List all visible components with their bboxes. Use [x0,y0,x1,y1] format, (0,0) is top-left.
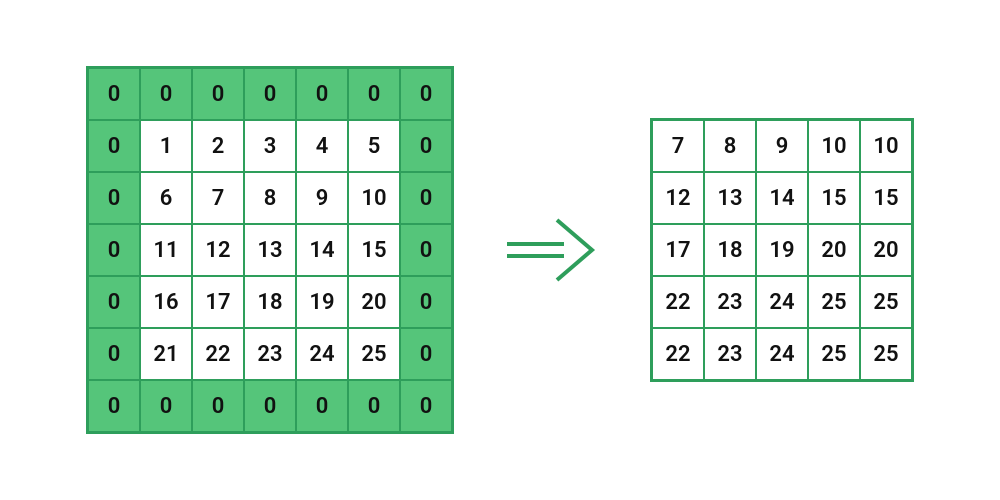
input-cell: 16 [140,276,192,328]
padding-cell: 0 [244,68,296,120]
input-cell: 21 [140,328,192,380]
output-cell: 19 [756,224,808,276]
output-cell: 8 [704,120,756,172]
input-cell: 22 [192,328,244,380]
output-cell: 20 [808,224,860,276]
input-cell: 11 [140,224,192,276]
input-cell: 23 [244,328,296,380]
input-cell: 15 [348,224,400,276]
output-cell: 25 [808,328,860,380]
output-cell: 7 [652,120,704,172]
input-cell: 24 [296,328,348,380]
padding-cell: 0 [192,68,244,120]
padding-cell: 0 [88,224,140,276]
output-cell: 12 [652,172,704,224]
padding-cell: 0 [348,68,400,120]
input-cell: 19 [296,276,348,328]
output-cell: 25 [860,276,912,328]
output-cell: 25 [860,328,912,380]
output-cell: 22 [652,276,704,328]
padding-cell: 0 [88,120,140,172]
output-cell: 22 [652,328,704,380]
output-cell: 10 [860,120,912,172]
input-cell: 9 [296,172,348,224]
padding-cell: 0 [88,68,140,120]
output-cell: 15 [860,172,912,224]
input-cell: 10 [348,172,400,224]
output-cell: 23 [704,328,756,380]
input-cell: 7 [192,172,244,224]
output-cell: 17 [652,224,704,276]
padding-cell: 0 [244,380,296,432]
output-cell: 13 [704,172,756,224]
padding-cell: 0 [88,172,140,224]
padding-cell: 0 [88,328,140,380]
input-cell: 14 [296,224,348,276]
input-cell: 8 [244,172,296,224]
output-cell: 14 [756,172,808,224]
padding-cell: 0 [88,380,140,432]
input-cell: 13 [244,224,296,276]
padding-cell: 0 [348,380,400,432]
output-cell: 10 [808,120,860,172]
output-cell: 15 [808,172,860,224]
output-cell: 23 [704,276,756,328]
diagram-container: 0000000012345006789100011121314150016171… [86,66,914,434]
input-cell: 17 [192,276,244,328]
padding-cell: 0 [400,328,452,380]
input-cell: 2 [192,120,244,172]
output-cell: 20 [860,224,912,276]
arrow-icon [502,210,602,290]
input-cell: 5 [348,120,400,172]
padding-cell: 0 [192,380,244,432]
input-matrix: 0000000012345006789100011121314150016171… [86,66,454,434]
output-matrix: 7891010121314151517181920202223242525222… [650,118,914,382]
padding-cell: 0 [296,68,348,120]
input-cell: 25 [348,328,400,380]
output-cell: 9 [756,120,808,172]
padding-cell: 0 [296,380,348,432]
padding-cell: 0 [88,276,140,328]
padding-cell: 0 [140,68,192,120]
input-cell: 1 [140,120,192,172]
padding-cell: 0 [400,120,452,172]
input-cell: 20 [348,276,400,328]
padding-cell: 0 [400,380,452,432]
output-cell: 25 [808,276,860,328]
output-cell: 24 [756,328,808,380]
output-cell: 24 [756,276,808,328]
input-cell: 3 [244,120,296,172]
input-cell: 4 [296,120,348,172]
padding-cell: 0 [400,68,452,120]
padding-cell: 0 [400,224,452,276]
input-cell: 18 [244,276,296,328]
output-cell: 18 [704,224,756,276]
input-cell: 6 [140,172,192,224]
padding-cell: 0 [400,172,452,224]
padding-cell: 0 [400,276,452,328]
padding-cell: 0 [140,380,192,432]
input-cell: 12 [192,224,244,276]
